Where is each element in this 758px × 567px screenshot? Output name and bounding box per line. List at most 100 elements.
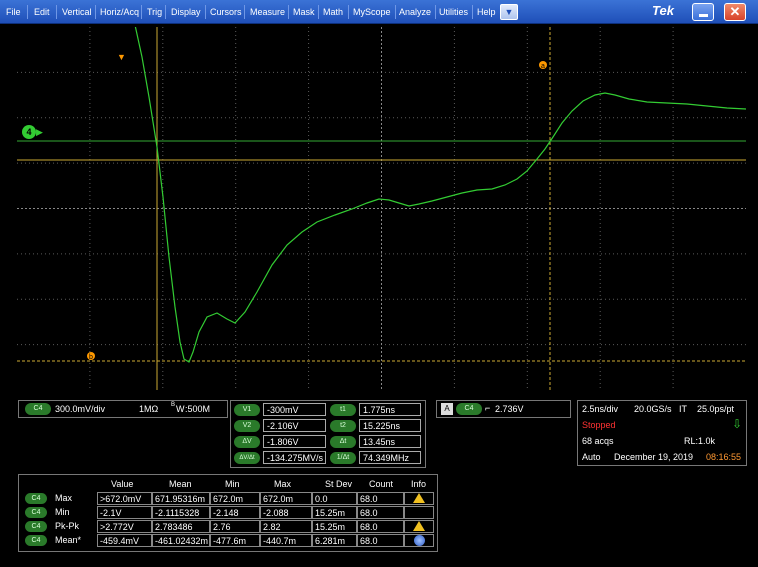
measurement-count: 68.0 [357, 492, 404, 505]
minimize-icon [699, 14, 708, 17]
measurement-table[interactable]: Value Mean Min Max St Dev Count Info C4 M… [18, 474, 438, 552]
time-resolution: 25.0ps/pt [697, 404, 735, 414]
menu-horiz-acq[interactable]: Horiz/Acq [96, 4, 143, 20]
header-count: Count [369, 479, 394, 489]
menu-cursors[interactable]: Cursors [206, 4, 246, 20]
channel-coupling: 1MΩ [139, 404, 159, 414]
cursor-v2-badge: V2 [234, 420, 260, 432]
menu-file[interactable]: File [2, 4, 25, 20]
menu-measure[interactable]: Measure [246, 4, 289, 20]
measurement-stdev: 6.281m [312, 534, 357, 547]
trigger-arrow-icon: ⇩ [732, 417, 743, 431]
cursor-t1-badge: t1 [330, 404, 356, 416]
info-icon [414, 535, 425, 546]
measurement-min: -2.148 [210, 506, 260, 519]
measurement-mean: -461.02432m [152, 534, 210, 547]
measurement-source-badge: C4 [25, 507, 47, 518]
measurement-info-cell[interactable] [404, 506, 434, 519]
measurement-max: 2.82 [260, 520, 312, 533]
measurement-mean: 671.95316m [152, 492, 210, 505]
measurement-source-badge: C4 [25, 535, 47, 546]
measurement-stdev: 15.25m [312, 506, 357, 519]
cursor-inv-dt-value: 74.349MHz [359, 451, 421, 464]
trigger-level-value: 2.736V [495, 404, 524, 414]
measurement-name: Mean* [55, 535, 82, 545]
menu-trig[interactable]: Trig [143, 4, 166, 20]
measurement-mean: 2.783486 [152, 520, 210, 533]
menu-myscope[interactable]: MyScope [349, 4, 395, 20]
menu-vertical[interactable]: Vertical [58, 4, 96, 20]
cursor-v1-badge: V1 [234, 404, 260, 416]
menu-separator [56, 5, 57, 19]
bandwidth-label: W [176, 404, 185, 414]
menu-mask[interactable]: Mask [289, 4, 319, 20]
record-length: RL:1.0k [684, 436, 716, 446]
measurement-stdev: 15.25m [312, 520, 357, 533]
header-info: Info [411, 479, 427, 489]
cursor-a-label: a [541, 63, 545, 70]
measurement-name: Min [55, 507, 70, 517]
menu-analyze[interactable]: Analyze [395, 4, 435, 20]
channel-4-offset-marker[interactable]: 4 [22, 125, 36, 139]
bandwidth-value: :500M [185, 404, 211, 414]
menu-separator [27, 5, 28, 19]
channel-4-readout[interactable]: C4 300.0mV/div 1MΩ B W :500M [18, 400, 228, 418]
menu-separator [244, 5, 245, 19]
measurement-count: 68.0 [357, 506, 404, 519]
menu-bar: File Edit Vertical Horiz/Acq Trig Displa… [0, 0, 758, 24]
cursor-dvdt-value: -134.275MV/s [263, 451, 326, 464]
timebase-readout[interactable]: 2.5ns/div 20.0GS/s IT 25.0ps/pt Stopped … [577, 400, 747, 466]
measurement-min: -477.6m [210, 534, 260, 547]
minimize-button[interactable] [692, 3, 714, 21]
bandwidth-prefix: B [171, 402, 176, 408]
measurement-count: 68.0 [357, 520, 404, 533]
measurement-value: -2.1V [97, 506, 152, 519]
cursor-v1-value: -300mV [263, 403, 326, 416]
measurement-count: 68.0 [357, 534, 404, 547]
trigger-readout[interactable]: A C4 ⌐ 2.736V [436, 400, 571, 418]
cursor-readout-panel[interactable]: V1 -300mV V2 -2.106V ΔV -1.806V ΔV/Δt -1… [230, 400, 426, 468]
cursor-b-label: b [89, 354, 93, 361]
header-stdev: St Dev [325, 479, 353, 489]
measurement-min: 672.0m [210, 492, 260, 505]
cursor-inv-dt-badge: 1/Δt [330, 452, 356, 464]
channel-4-trace [134, 27, 746, 363]
cursor-t2-badge: t2 [330, 420, 356, 432]
measurement-value: >672.0mV [97, 492, 152, 505]
measurement-max: 672.0m [260, 492, 312, 505]
channel-scale: 300.0mV/div [55, 404, 106, 414]
cursor-dt-value: 13.45ns [359, 435, 421, 448]
header-max: Max [274, 479, 292, 489]
acquisition-count: 68 acqs [582, 436, 614, 446]
date: December 19, 2019 [614, 452, 694, 462]
menu-more-button[interactable]: ▼ [500, 4, 518, 20]
header-value: Value [111, 479, 134, 489]
cursor-dvdt-badge: ΔV/Δt [234, 452, 260, 464]
menu-edit[interactable]: Edit [30, 4, 54, 20]
measurement-max: -440.7m [260, 534, 312, 547]
trigger-source-badge: C4 [456, 403, 482, 415]
waveform-graticule: a b [17, 27, 746, 390]
channel-badge: C4 [25, 403, 51, 415]
close-button[interactable]: ✕ [724, 3, 746, 21]
menu-help[interactable]: Help [473, 4, 500, 20]
cursor-t1-value: 1.775ns [359, 403, 421, 416]
cursor-t2-value: 15.225ns [359, 419, 421, 432]
time: 08:16:55 [706, 452, 742, 462]
warning-icon [413, 493, 425, 503]
menu-separator [141, 5, 142, 19]
menu-display[interactable]: Display [167, 4, 205, 20]
menu-utilities[interactable]: Utilities [435, 4, 472, 20]
measurement-value: -459.4mV [97, 534, 152, 547]
measurement-mean: -2.1115328 [152, 506, 210, 519]
warning-icon [413, 521, 425, 531]
measurement-stdev: 0.0 [312, 492, 357, 505]
trigger-position-icon[interactable]: ▼ [117, 52, 126, 62]
measurement-source-badge: C4 [25, 493, 47, 504]
measurement-value: >2.772V [97, 520, 152, 533]
brand-logo: Tek [652, 3, 674, 18]
waveform-display[interactable]: a b ▼ 4 ▶ ↑ [17, 27, 746, 390]
measurement-name: Pk-Pk [55, 521, 80, 531]
menu-math[interactable]: Math [319, 4, 347, 20]
horizontal-scale: 2.5ns/div [582, 404, 619, 414]
